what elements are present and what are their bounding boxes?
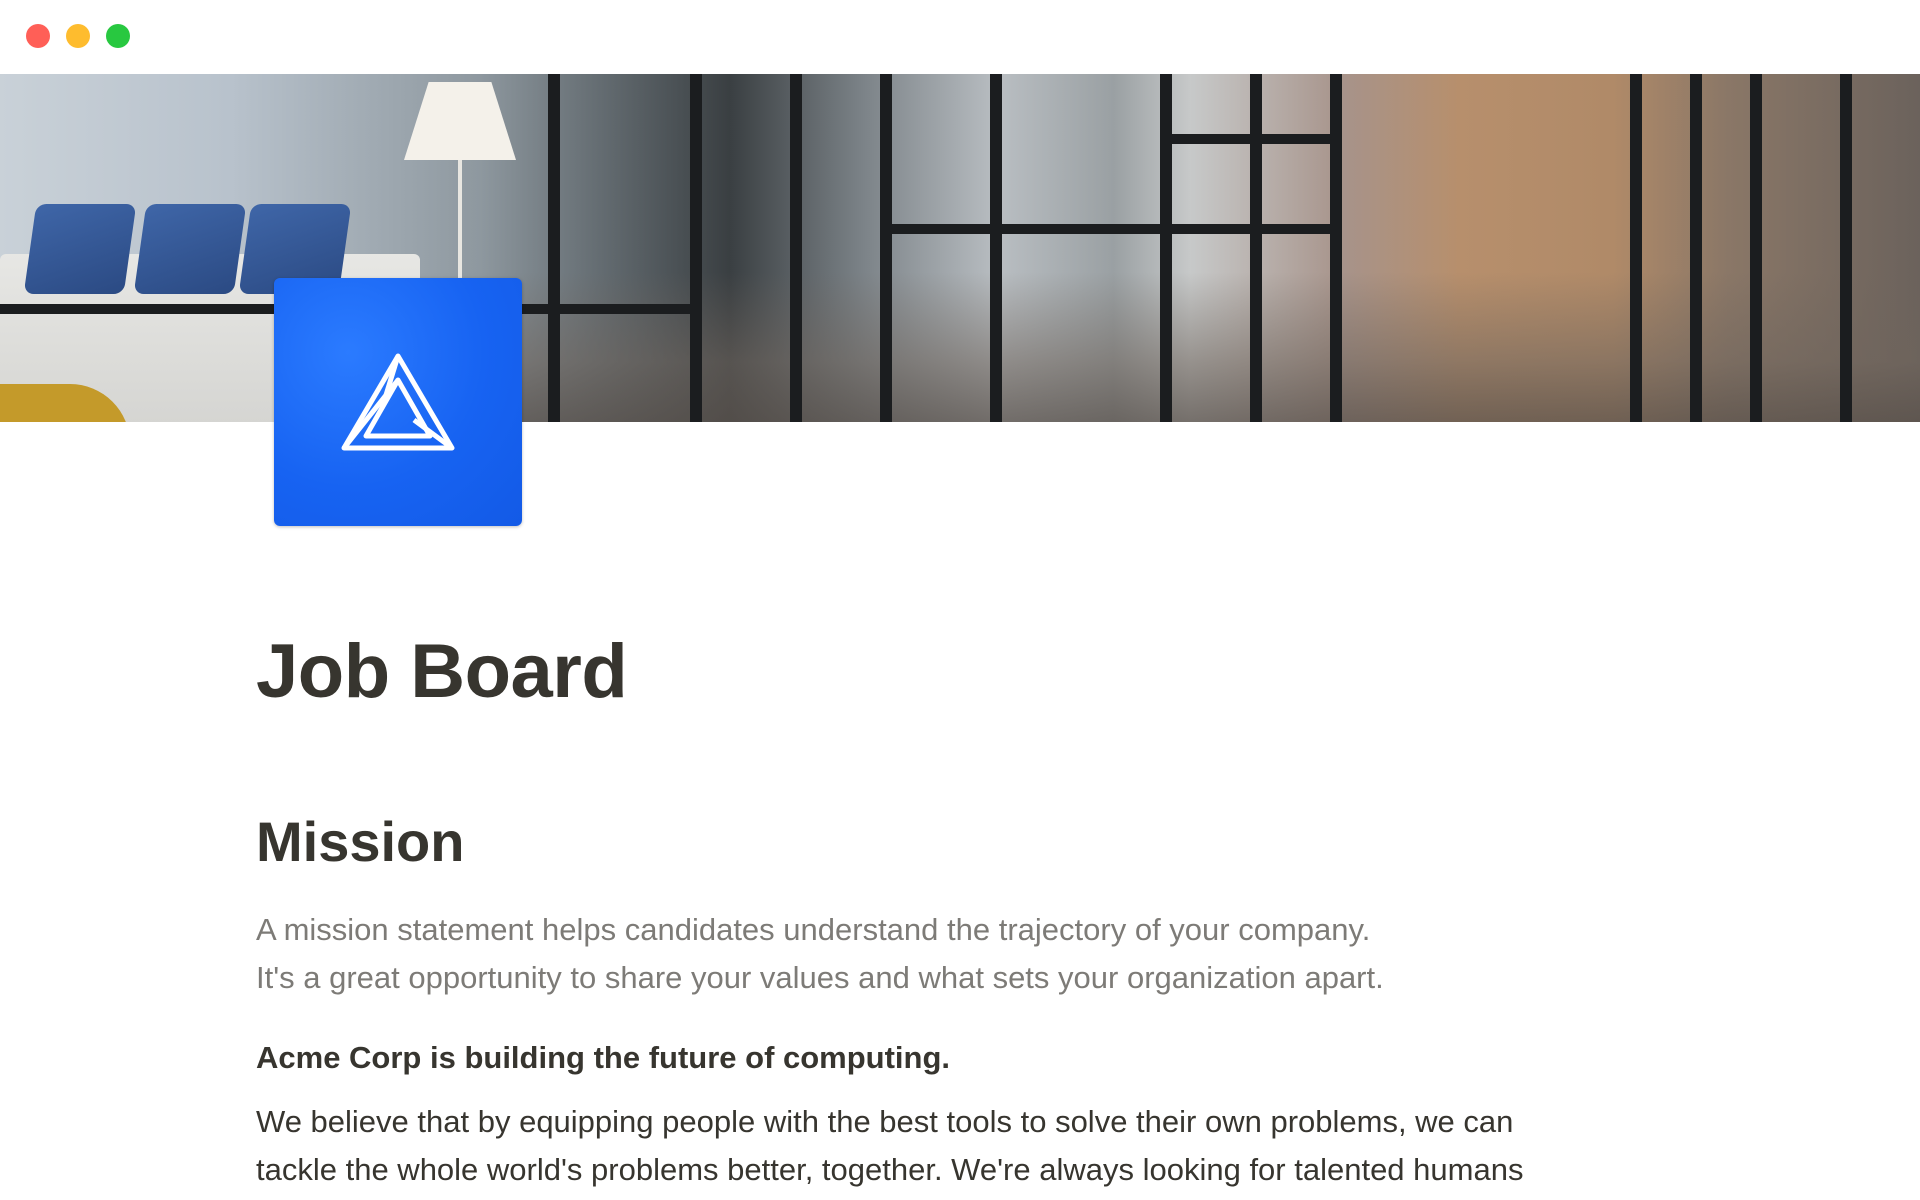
cover-cushion xyxy=(133,204,247,294)
cover-glass-frame xyxy=(1330,74,1342,422)
cover-glass-frame xyxy=(1690,74,1702,422)
mission-statement[interactable]: Acme Corp is building the future of comp… xyxy=(256,1034,950,1082)
cover-glass-mullion xyxy=(1160,134,1340,144)
app-window: Job Board Mission A mission statement he… xyxy=(0,0,1920,1200)
page-title[interactable]: Job Board xyxy=(256,620,628,724)
minimize-window-button[interactable] xyxy=(66,24,90,48)
zoom-window-button[interactable] xyxy=(106,24,130,48)
cover-lamp-shade xyxy=(404,82,516,160)
cover-glass-frame xyxy=(880,74,892,422)
cover-glass-frame xyxy=(1630,74,1642,422)
page-icon[interactable] xyxy=(274,278,522,526)
cover-glass-frame xyxy=(790,74,802,422)
mission-hint-text[interactable]: A mission statement helps candidates und… xyxy=(256,906,1384,1002)
mission-body-line: We believe that by equipping people with… xyxy=(256,1104,1514,1139)
cover-glass-frame xyxy=(1250,74,1262,422)
mission-hint-line: A mission statement helps candidates und… xyxy=(256,912,1371,947)
cover-glass-frame xyxy=(548,74,560,422)
cover-glass-mullion xyxy=(880,224,1340,234)
close-window-button[interactable] xyxy=(26,24,50,48)
cover-glass-frame xyxy=(690,74,702,422)
cover-glass-frame xyxy=(1750,74,1762,422)
mission-hint-line: It's a great opportunity to share your v… xyxy=(256,960,1384,995)
cover-glass-frame xyxy=(990,74,1002,422)
cover-glass-frame xyxy=(1160,74,1172,422)
mission-heading[interactable]: Mission xyxy=(256,806,464,878)
mission-body-line: tackle the whole world's problems better… xyxy=(256,1152,1524,1187)
cover-cushion xyxy=(23,204,137,294)
impossible-triangle-icon xyxy=(341,353,455,451)
window-titlebar xyxy=(0,0,1920,74)
cover-glass-frame xyxy=(1840,74,1852,422)
mission-body-paragraph[interactable]: We believe that by equipping people with… xyxy=(256,1098,1523,1194)
